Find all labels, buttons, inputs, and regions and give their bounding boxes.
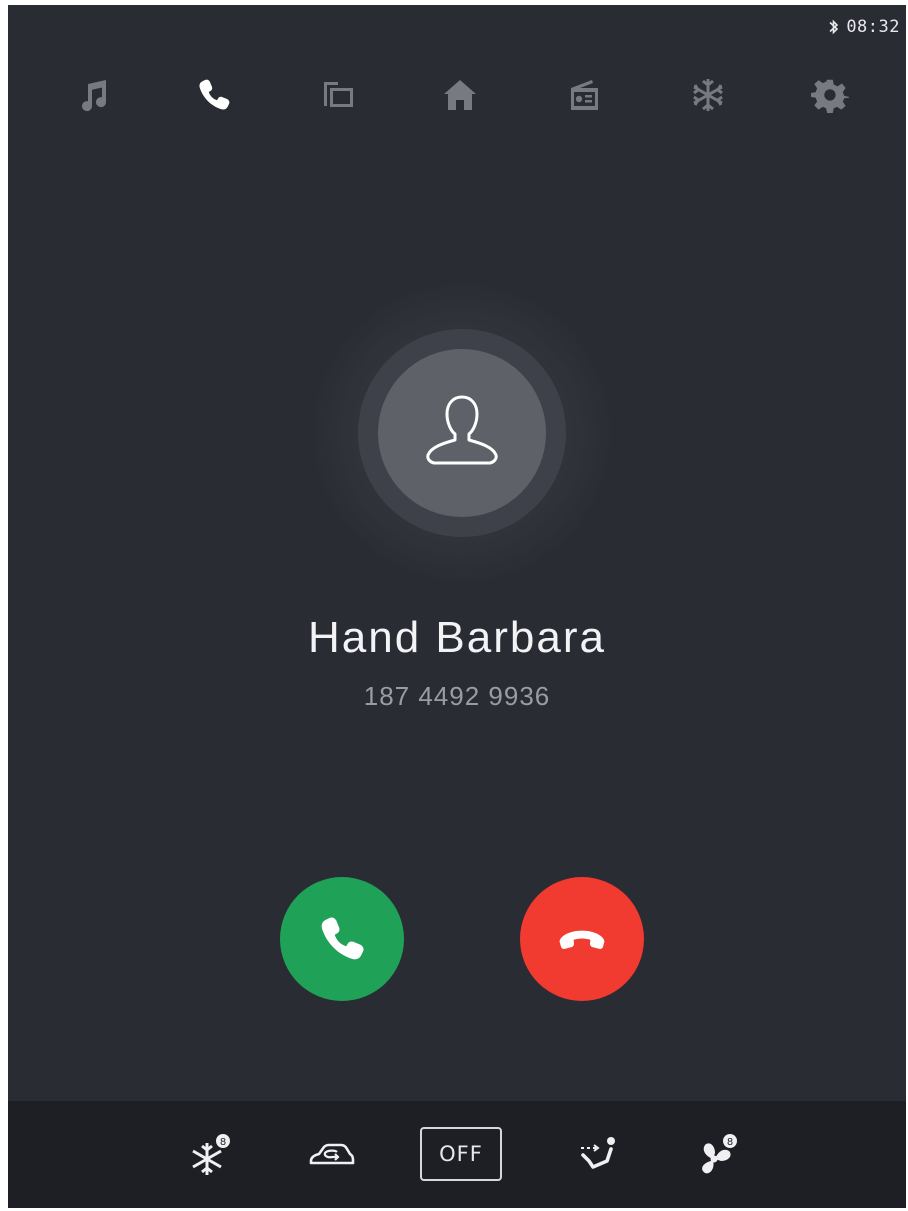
avatar <box>378 349 546 517</box>
nav-settings[interactable] <box>802 67 858 123</box>
person-outline-icon <box>426 395 498 465</box>
gear-icon <box>810 79 849 113</box>
caller-number: 187 4492 9936 <box>363 681 551 711</box>
recirculation-button[interactable] <box>296 1125 366 1185</box>
music-note-icon <box>82 80 107 112</box>
air-recirculation-icon <box>309 1143 355 1165</box>
svg-text:8: 8 <box>727 1137 733 1148</box>
bluetooth-icon <box>829 19 839 35</box>
radio-icon <box>571 80 598 110</box>
svg-text:8: 8 <box>220 1137 226 1148</box>
fan-speed-icon: 8 <box>702 1134 737 1174</box>
climate-off-button[interactable]: OFF <box>420 1127 502 1181</box>
airflow-direction-button[interactable] <box>564 1125 634 1185</box>
accept-call-button[interactable] <box>280 877 404 1001</box>
top-nav <box>8 67 906 127</box>
ac-button[interactable]: 8 <box>176 1125 246 1185</box>
nav-music[interactable] <box>66 67 122 123</box>
nav-climate[interactable] <box>680 67 736 123</box>
nav-home[interactable] <box>432 67 488 123</box>
snowflake-icon <box>693 79 723 111</box>
nav-screen-mirror[interactable] <box>310 67 366 123</box>
status-bar: 08:32 <box>828 17 900 37</box>
home-icon <box>444 80 476 110</box>
caller-avatar <box>312 283 612 583</box>
phone-call-screen: 08:32 Hand Barbara 187 4492 9936 8 OFF 8 <box>8 5 906 1208</box>
fan-speed-button[interactable]: 8 <box>682 1125 752 1185</box>
nav-phone[interactable] <box>186 67 242 123</box>
caller-name: Hand Barbara <box>308 613 606 662</box>
phone-icon <box>199 79 230 110</box>
climate-control-bar: 8 OFF 8 <box>8 1101 906 1208</box>
airflow-direction-icon <box>581 1137 615 1169</box>
screen-mirror-icon <box>324 82 353 107</box>
ac-snowflake-icon: 8 <box>192 1134 230 1175</box>
phone-hangup-icon <box>559 930 605 949</box>
decline-call-button[interactable] <box>520 877 644 1001</box>
nav-radio[interactable] <box>556 67 612 123</box>
phone-accept-icon <box>321 917 364 960</box>
status-time: 08:32 <box>846 17 900 37</box>
